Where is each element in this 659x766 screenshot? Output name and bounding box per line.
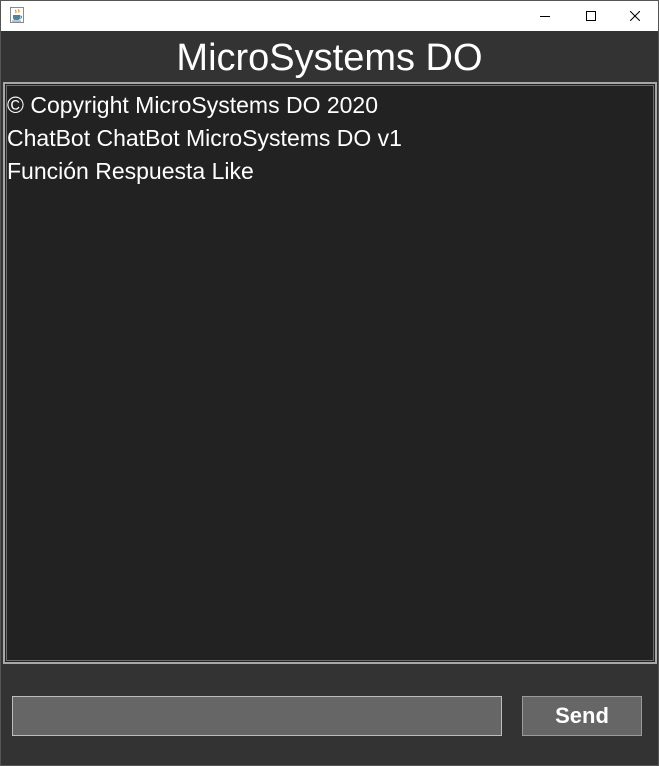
minimize-button[interactable] — [522, 1, 568, 31]
minimize-icon — [540, 16, 550, 17]
message-input[interactable] — [12, 696, 502, 736]
close-button[interactable] — [612, 1, 658, 31]
chat-line-function: Función Respuesta Like — [7, 158, 254, 184]
close-icon — [630, 11, 640, 21]
send-button[interactable]: Send — [522, 696, 642, 736]
title-bar[interactable] — [1, 1, 658, 31]
chat-transcript[interactable]: © Copyright MicroSystems DO 2020 ChatBot… — [3, 82, 657, 664]
maximize-button[interactable] — [568, 1, 614, 31]
chat-line-copyright: © Copyright MicroSystems DO 2020 — [7, 92, 379, 118]
java-cup-icon[interactable] — [10, 7, 24, 23]
chat-line-version: ChatBot ChatBot MicroSystems DO v1 — [7, 125, 402, 151]
app-title: MicroSystems DO — [176, 37, 483, 79]
chatbot-window: MicroSystems DO © Copyright MicroSystems… — [0, 0, 659, 766]
maximize-icon — [586, 11, 596, 21]
